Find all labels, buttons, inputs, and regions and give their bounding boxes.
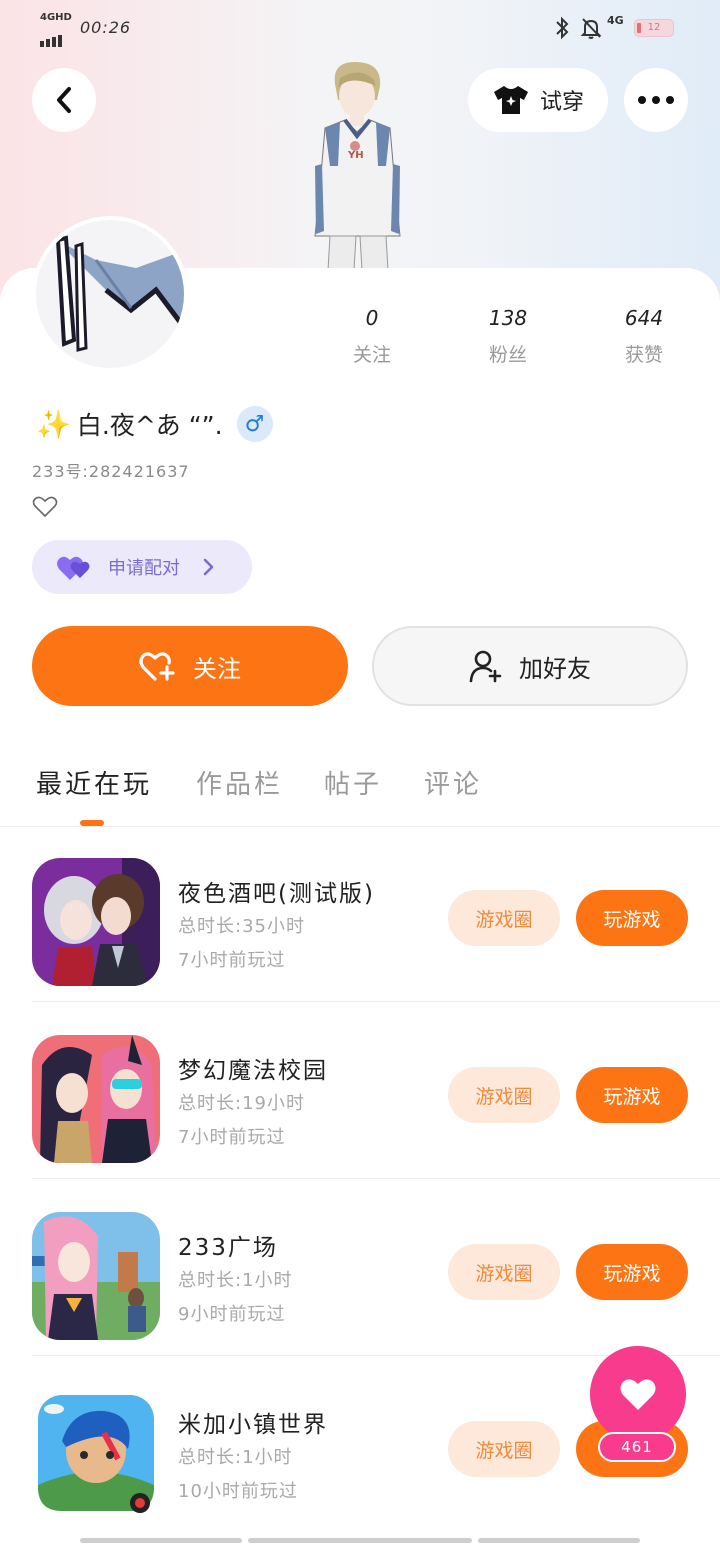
- heart-icon: [620, 1379, 656, 1410]
- follow-button[interactable]: 关注: [32, 626, 348, 706]
- tab-comments[interactable]: 评论: [424, 764, 482, 801]
- game-circle-button[interactable]: 游戏圈: [448, 890, 560, 946]
- user-id: 233号:282421637: [32, 462, 190, 481]
- game-total-time: 总时长:1小时: [178, 1447, 293, 1468]
- bluetooth-icon: [556, 16, 569, 40]
- heart-plus-icon: [139, 652, 175, 681]
- like-floating-button[interactable]: [590, 1346, 686, 1442]
- apply-pair-button[interactable]: 申请配对: [32, 540, 252, 594]
- like-count-badge: 461: [598, 1432, 676, 1462]
- battery-icon: 12: [634, 19, 674, 37]
- scroll-indicator: [478, 1538, 640, 1543]
- stat-label: 关注: [352, 344, 391, 366]
- list-item[interactable]: 233广场 总时长:1小时 9小时前玩过 游戏圈 玩游戏: [32, 1180, 720, 1356]
- male-gender-icon: ♂: [236, 406, 273, 442]
- scroll-indicator: [248, 1538, 472, 1543]
- add-friend-button[interactable]: 加好友: [372, 626, 688, 706]
- tshirt-icon: [493, 86, 528, 114]
- game-circle-button[interactable]: 游戏圈: [448, 1067, 560, 1123]
- try-on-button[interactable]: 试穿: [468, 68, 608, 132]
- game-last-played: 9小时前玩过: [178, 1304, 286, 1325]
- list-item[interactable]: 梦幻魔法校园 总时长:19小时 7小时前玩过 游戏圈 玩游戏: [32, 1003, 720, 1179]
- stat-value: 138: [488, 306, 528, 330]
- stat-label: 粉丝: [488, 344, 527, 366]
- game-title: 夜色酒吧(测试版): [178, 881, 375, 907]
- double-heart-icon: [57, 556, 90, 580]
- user-name-text: 白.夜^あ “”.: [76, 411, 223, 440]
- divider: [32, 1178, 720, 1179]
- stat-label: 获赞: [624, 344, 663, 366]
- try-on-label: 试穿: [539, 90, 584, 115]
- game-icon-233-plaza: [32, 1212, 160, 1340]
- mute-bell-icon: [580, 18, 602, 39]
- stat-likes[interactable]: 644 获赞: [584, 302, 704, 367]
- game-icon-miga-town: [32, 1389, 160, 1517]
- game-icon-magic-school: [32, 1035, 160, 1163]
- cellular-label: 4G: [607, 14, 624, 27]
- play-game-button[interactable]: 玩游戏: [576, 1067, 688, 1123]
- game-circle-button[interactable]: 游戏圈: [448, 1244, 560, 1300]
- status-bar: 4GHD 00:26 4G 12: [0, 0, 720, 56]
- tab-recent-played[interactable]: 最近在玩: [36, 764, 152, 801]
- character-avatar-image: YH: [300, 56, 415, 271]
- game-total-time: 总时长:35小时: [178, 916, 305, 937]
- game-total-time: 总时长:19小时: [178, 1093, 305, 1114]
- battery-level: 12: [647, 22, 661, 33]
- more-dots-icon: [638, 96, 674, 104]
- game-title: 233广场: [178, 1235, 278, 1261]
- tab-works[interactable]: 作品栏: [196, 764, 283, 801]
- game-title: 米加小镇世界: [178, 1412, 328, 1438]
- sparkles-icon: ✨: [36, 407, 71, 441]
- game-circle-button[interactable]: 游戏圈: [448, 1421, 560, 1477]
- more-button[interactable]: [624, 68, 688, 132]
- heart-outline-icon[interactable]: [32, 494, 58, 520]
- svg-text:YH: YH: [347, 150, 364, 161]
- network-type: 4GHD: [40, 12, 72, 23]
- stat-value: 0: [365, 306, 379, 330]
- clock: 00:26: [80, 18, 132, 37]
- stat-value: 644: [624, 306, 664, 330]
- follow-label: 关注: [193, 654, 241, 683]
- profile-tabs: 最近在玩 作品栏 帖子 评论: [0, 760, 720, 827]
- game-icon-night-bar: [32, 858, 160, 986]
- apply-pair-label: 申请配对: [108, 558, 180, 579]
- play-game-button[interactable]: 玩游戏: [576, 890, 688, 946]
- stat-followers[interactable]: 138 粉丝: [448, 302, 568, 367]
- stat-following[interactable]: 0 关注: [312, 302, 432, 367]
- tab-posts[interactable]: 帖子: [324, 764, 382, 801]
- list-item[interactable]: 夜色酒吧(测试版) 总时长:35小时 7小时前玩过 游戏圈 玩游戏: [32, 826, 720, 1002]
- game-last-played: 7小时前玩过: [178, 1127, 286, 1148]
- game-title: 梦幻魔法校园: [178, 1058, 328, 1084]
- game-last-played: 10小时前玩过: [178, 1481, 298, 1502]
- game-total-time: 总时长:1小时: [178, 1270, 293, 1291]
- divider: [32, 1001, 720, 1002]
- user-name: ✨ 白.夜^あ “”. ♂: [36, 404, 273, 444]
- add-friend-label: 加好友: [519, 654, 591, 683]
- scroll-indicator: [80, 1538, 242, 1543]
- gender-symbol: ♂: [244, 411, 265, 437]
- game-last-played: 7小时前玩过: [178, 950, 286, 971]
- add-user-icon: [469, 650, 502, 683]
- chevron-left-icon: [57, 87, 71, 113]
- avatar[interactable]: [32, 216, 188, 372]
- back-button[interactable]: [32, 68, 96, 132]
- chevron-right-icon: [203, 558, 214, 576]
- signal-icon: 4GHD: [38, 12, 72, 47]
- play-game-button[interactable]: 玩游戏: [576, 1244, 688, 1300]
